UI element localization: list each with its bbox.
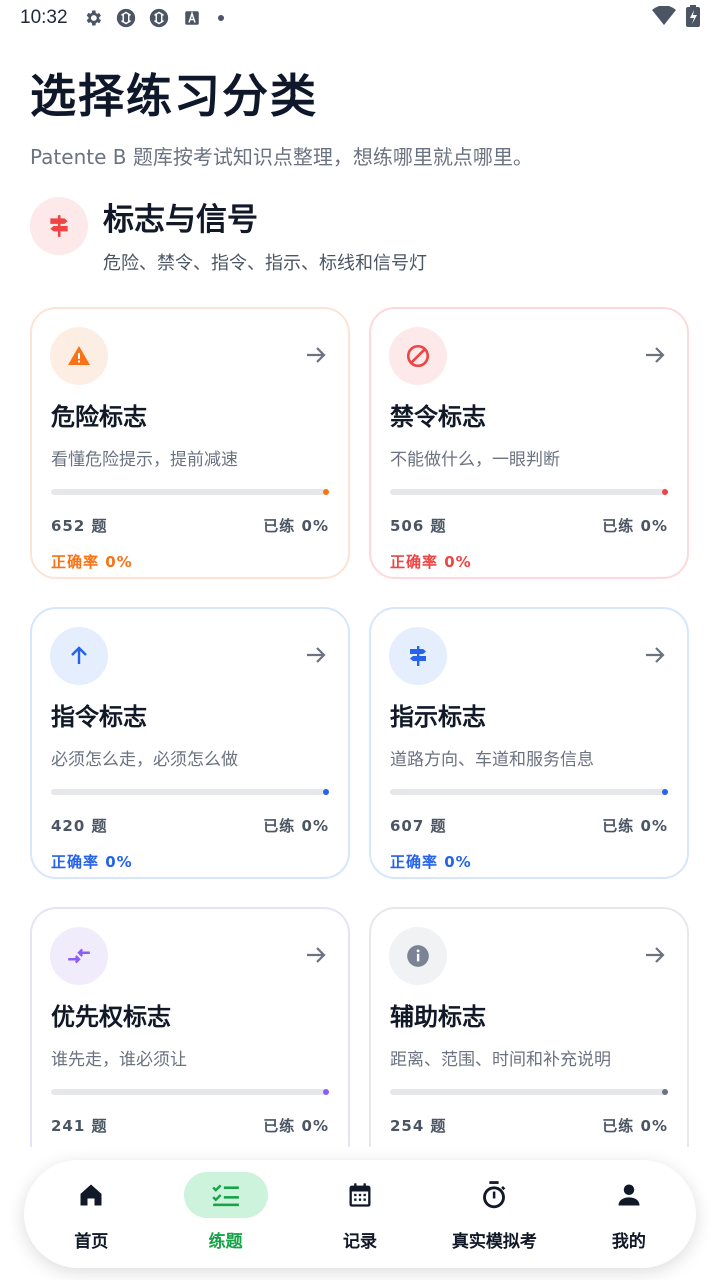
status-time: 10:32 [20,7,68,28]
progress-bar [390,489,668,495]
notification-dot-icon [217,15,224,21]
question-count: 652 题 [51,517,108,535]
practiced-percent: 已练 0% [263,1117,329,1135]
arrow-right-icon [307,947,326,963]
section-header: 标志与信号 危险、禁令、指令、指示、标线和信号灯 [30,197,427,275]
progress-fill [662,489,668,495]
card-description: 必须怎么走，必须怎么做 [51,750,238,770]
card-description: 谁先走，谁必须让 [51,1050,187,1070]
arrow-right-icon [646,647,665,663]
progress-bar [51,489,329,495]
arrow-right-icon [646,347,665,363]
card-title: 指令标志 [51,703,147,731]
progress-fill [323,1089,329,1095]
category-card-danger[interactable]: 危险标志 看懂危险提示，提前减速 652 题 已练 0% 正确率 0% [30,307,350,579]
card-title: 辅助标志 [390,1003,486,1031]
settings-icon [82,7,104,29]
nav-label: 首页 [74,1232,109,1252]
info-icon [389,927,447,985]
wifi-icon [652,5,676,30]
section-title: 标志与信号 [103,202,258,238]
warning-icon [50,327,108,385]
question-count: 420 题 [51,817,108,835]
category-card-prohibition[interactable]: 禁令标志 不能做什么，一眼判断 506 题 已练 0% 正确率 0% [369,307,689,579]
progress-fill [662,1089,668,1095]
card-description: 不能做什么，一眼判断 [390,450,560,470]
progress-bar [390,1089,668,1095]
card-description: 道路方向、车道和服务信息 [390,750,594,770]
card-title: 禁令标志 [390,403,486,431]
question-count: 607 题 [390,817,447,835]
nav-label: 真实模拟考 [451,1232,537,1252]
page-title: 选择练习分类 [30,69,318,123]
accuracy-label: 正确率 0% [390,553,472,571]
practiced-percent: 已练 0% [263,517,329,535]
category-card-priority[interactable]: 优先权标志 谁先走，谁必须让 241 题 已练 0% [30,907,350,1147]
card-title: 指示标志 [390,703,486,731]
card-title: 危险标志 [51,403,147,431]
question-count: 241 题 [51,1117,108,1135]
practiced-percent: 已练 0% [263,817,329,835]
card-description: 距离、范围、时间和补充说明 [390,1050,611,1070]
nav-item-records[interactable]: 记录 [293,1160,427,1268]
progress-fill [323,789,329,795]
battery-icon [686,5,700,31]
accuracy-label: 正确率 0% [390,853,472,871]
progress-fill [323,489,329,495]
arrow-right-icon [307,647,326,663]
arrow-right-icon [646,947,665,963]
checklist-icon [183,1172,268,1218]
signpost-icon [389,627,447,685]
accuracy-label: 正确率 0% [51,853,133,871]
page-subtitle: Patente B 题库按考试知识点整理，想练哪里就点哪里。 [30,145,533,169]
swap-arrows-icon [50,927,108,985]
text-icon [181,7,203,29]
calendar-icon [318,1172,402,1218]
card-title: 优先权标志 [51,1003,171,1031]
progress-bar [390,789,668,795]
nav-label: 练题 [208,1232,243,1252]
nav-item-practice[interactable]: 练题 [158,1160,292,1268]
person-icon [587,1172,671,1218]
category-card-auxiliary[interactable]: 辅助标志 距离、范围、时间和补充说明 254 题 已练 0% [369,907,689,1147]
sync-icon [148,7,170,29]
question-count: 506 题 [390,517,447,535]
nav-item-home[interactable]: 首页 [24,1160,158,1268]
practiced-percent: 已练 0% [602,517,668,535]
signpost-icon [30,197,88,255]
stopwatch-icon [452,1172,536,1218]
nav-label: 记录 [343,1232,378,1252]
category-card-indication[interactable]: 指示标志 道路方向、车道和服务信息 607 题 已练 0% 正确率 0% [369,607,689,879]
arrow-up-icon [50,627,108,685]
category-card-mandatory[interactable]: 指令标志 必须怎么走，必须怎么做 420 题 已练 0% 正确率 0% [30,607,350,879]
accuracy-label: 正确率 0% [51,553,133,571]
practiced-percent: 已练 0% [602,817,668,835]
progress-bar [51,789,329,795]
home-icon [49,1172,133,1218]
arrow-right-icon [307,347,326,363]
nav-item-profile[interactable]: 我的 [562,1160,696,1268]
sync-icon [115,7,137,29]
status-bar: 10:32 [0,0,720,36]
nav-item-mock-exam[interactable]: 真实模拟考 [427,1160,561,1268]
prohibited-icon [389,327,447,385]
question-count: 254 题 [390,1117,447,1135]
nav-label: 我的 [611,1232,646,1252]
card-description: 看懂危险提示，提前减速 [51,450,238,470]
practiced-percent: 已练 0% [602,1117,668,1135]
progress-bar [51,1089,329,1095]
bottom-nav: 首页 练题 记录 真实模拟考 我的 [24,1160,696,1268]
section-description: 危险、禁令、指令、指示、标线和信号灯 [103,253,427,275]
progress-fill [662,789,668,795]
